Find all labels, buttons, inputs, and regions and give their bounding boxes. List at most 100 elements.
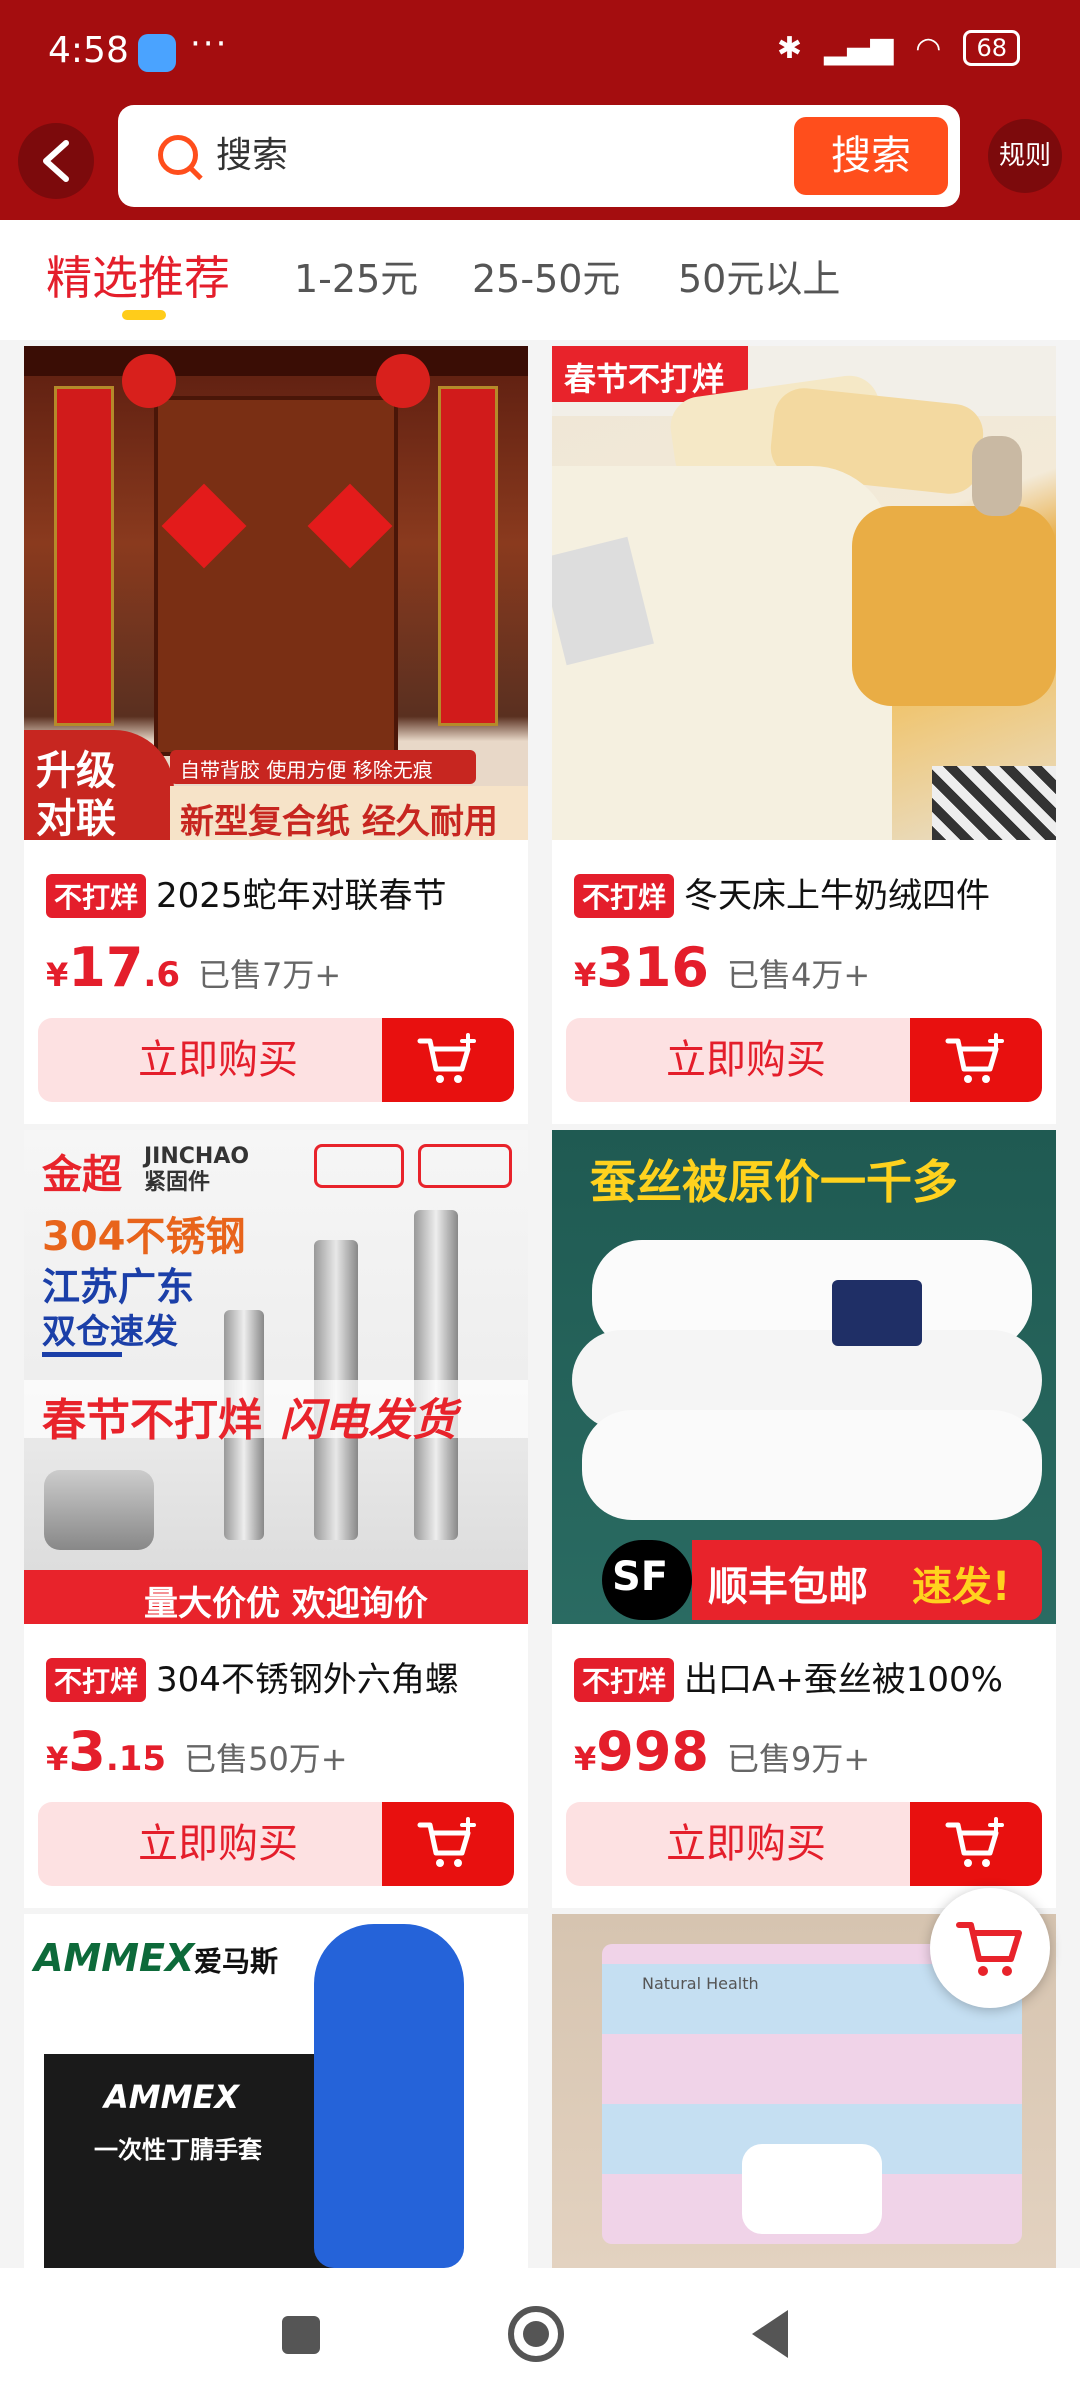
image-text: 新型复合纸 经久耐用 xyxy=(180,802,498,840)
price-integer: 3 xyxy=(68,1720,106,1783)
chevron-left-icon xyxy=(43,140,69,182)
buy-now-button[interactable]: 立即购买 xyxy=(38,1802,398,1886)
bluetooth-icon: ✱ xyxy=(776,30,803,66)
image-text: 双仓速发 xyxy=(42,1312,178,1352)
buy-row: 立即购买 xyxy=(566,1018,1042,1102)
product-title-text: 冬天床上牛奶绒四件 xyxy=(684,876,991,916)
add-to-cart-button[interactable] xyxy=(382,1802,514,1886)
search-input[interactable] xyxy=(216,127,776,183)
price-integer: 17 xyxy=(68,936,144,999)
buy-row: 立即购买 xyxy=(38,1802,514,1886)
shopping-cart-icon xyxy=(956,1922,1022,1976)
status-bar: 4:58 ··· ✱ ▂▄▆ ◠ 68 xyxy=(0,0,1080,105)
system-back-button[interactable] xyxy=(752,2310,788,2358)
image-text: 春节不打烊 xyxy=(42,1395,262,1446)
price-row: ¥ 998 已售9万+ xyxy=(574,1720,870,1783)
product-image[interactable]: 蚕丝被原价一千多 SF 顺丰包邮 速发! xyxy=(552,1130,1056,1624)
price-row: ¥ 3 .15 已售50万+ xyxy=(46,1720,348,1783)
image-text: 量大价优 欢迎询价 xyxy=(144,1584,428,1624)
image-text: 闪电发货 xyxy=(280,1395,456,1446)
price-integer: 998 xyxy=(596,1720,709,1783)
badge: 不打烊 xyxy=(46,1658,147,1702)
badge: 不打烊 xyxy=(46,874,147,918)
image-text: JINCHAO 紧固件 xyxy=(144,1144,250,1195)
product-card[interactable]: AMMEX 爱马斯 AMMEX 一次性丁腈手套 xyxy=(24,1914,528,2268)
product-title: 不打烊 304不锈钢外六角螺 xyxy=(46,1652,516,1702)
add-to-cart-button[interactable] xyxy=(910,1018,1042,1102)
search-box[interactable]: 搜索 xyxy=(118,105,960,207)
buy-now-button[interactable]: 立即购买 xyxy=(38,1018,398,1102)
product-title-text: 2025蛇年对联春节 xyxy=(156,876,447,916)
cart-plus-icon xyxy=(417,1817,476,1867)
image-text: 爱马斯 xyxy=(194,1945,279,1978)
product-title: 不打烊 2025蛇年对联春节 xyxy=(46,868,516,918)
price-row: ¥ 17 .6 已售7万+ xyxy=(46,936,341,999)
sold-count: 已售9万+ xyxy=(727,1740,871,1778)
product-title-text: 304不锈钢外六角螺 xyxy=(156,1660,459,1700)
badge: 不打烊 xyxy=(574,874,675,918)
floating-cart-button[interactable] xyxy=(930,1888,1050,2008)
buy-now-button[interactable]: 立即购买 xyxy=(566,1018,926,1102)
product-title: 不打烊 出口A+蚕丝被100% xyxy=(574,1652,1044,1702)
price-symbol: ¥ xyxy=(46,956,69,994)
home-button[interactable] xyxy=(508,2306,564,2362)
battery-icon: 68 xyxy=(963,30,1020,66)
back-button[interactable] xyxy=(18,123,94,199)
app-notification-icon xyxy=(138,34,176,72)
cart-plus-icon xyxy=(417,1033,476,1083)
tab-1-25[interactable]: 1-25元 xyxy=(294,248,418,303)
sold-count: 已售7万+ xyxy=(198,956,342,994)
price-tabs: 精选推荐 1-25元 25-50元 50元以上 xyxy=(0,220,1080,340)
image-text: 春节不打烊 xyxy=(564,360,725,398)
recent-apps-button[interactable] xyxy=(282,2316,320,2354)
tab-25-50[interactable]: 25-50元 xyxy=(472,248,620,303)
product-title: 不打烊 冬天床上牛奶绒四件 xyxy=(574,868,1044,918)
price-integer: 316 xyxy=(596,936,709,999)
image-text: AMMEX xyxy=(104,2078,239,2116)
price-symbol: ¥ xyxy=(574,1740,597,1778)
product-card[interactable]: 蚕丝被原价一千多 SF 顺丰包邮 速发! 不打烊 出口A+蚕丝被100% ¥ 99… xyxy=(552,1130,1056,1908)
image-text: Natural Health xyxy=(642,1974,759,1993)
price-row: ¥ 316 已售4万+ xyxy=(574,936,870,999)
search-header: 搜索 规则 xyxy=(0,105,1080,220)
buy-now-button[interactable]: 立即购买 xyxy=(566,1802,926,1886)
sold-count: 已售4万+ xyxy=(727,956,871,994)
image-text: 金超 xyxy=(42,1152,122,1198)
product-image[interactable]: 金超 JINCHAO 紧固件 304不锈钢 江苏广东 双仓速发 春节不打烊 闪电… xyxy=(24,1130,528,1624)
image-text: 速发! xyxy=(912,1564,1011,1610)
tab-featured[interactable]: 精选推荐 xyxy=(46,242,230,308)
product-card[interactable]: 春节不打烊 不打烊 冬天床上牛奶绒四件 ¥ 316 已售4万+ 立即购买 xyxy=(552,346,1056,1124)
add-to-cart-button[interactable] xyxy=(382,1018,514,1102)
image-text: 304不锈钢 xyxy=(42,1214,246,1260)
image-text: AMMEX xyxy=(34,1936,195,1980)
tab-50-plus[interactable]: 50元以上 xyxy=(678,248,840,303)
cart-plus-icon xyxy=(945,1033,1004,1083)
sf-logo-text: SF xyxy=(612,1554,669,1600)
product-image[interactable]: 春节不打烊 xyxy=(552,346,1056,840)
price-decimal: .15 xyxy=(105,1739,167,1779)
image-text: 蚕丝被原价一千多 xyxy=(590,1155,958,1209)
image-text: 顺丰包邮 xyxy=(708,1564,868,1610)
product-card[interactable]: 金超 JINCHAO 紧固件 304不锈钢 江苏广东 双仓速发 春节不打烊 闪电… xyxy=(24,1130,528,1908)
cart-plus-icon xyxy=(945,1817,1004,1867)
buy-row: 立即购买 xyxy=(38,1018,514,1102)
badge: 不打烊 xyxy=(574,1658,675,1702)
product-image[interactable]: AMMEX 爱马斯 AMMEX 一次性丁腈手套 xyxy=(24,1914,528,2268)
image-text: 江苏广东 xyxy=(42,1265,195,1309)
product-title-text: 出口A+蚕丝被100% xyxy=(684,1660,1003,1700)
rules-button[interactable]: 规则 xyxy=(988,119,1062,193)
image-text: 对联 xyxy=(36,796,116,840)
status-time: 4:58 xyxy=(48,30,129,71)
image-text: 一次性丁腈手套 xyxy=(94,2136,262,2164)
price-decimal: .6 xyxy=(143,955,180,995)
search-icon xyxy=(158,135,198,175)
product-card[interactable]: 升级 对联 自带背胶 使用方便 移除无痕 新型复合纸 经久耐用 不打烊 2025蛇… xyxy=(24,346,528,1124)
system-nav-bar xyxy=(0,2268,1080,2400)
add-to-cart-button[interactable] xyxy=(910,1802,1042,1886)
signal-icon: ▂▄▆ xyxy=(824,30,894,66)
image-text: 自带背胶 使用方便 移除无痕 xyxy=(180,758,433,782)
tab-active-indicator xyxy=(122,310,166,320)
product-image[interactable]: 升级 对联 自带背胶 使用方便 移除无痕 新型复合纸 经久耐用 xyxy=(24,346,528,840)
buy-row: 立即购买 xyxy=(566,1802,1042,1886)
search-button[interactable]: 搜索 xyxy=(794,117,948,195)
